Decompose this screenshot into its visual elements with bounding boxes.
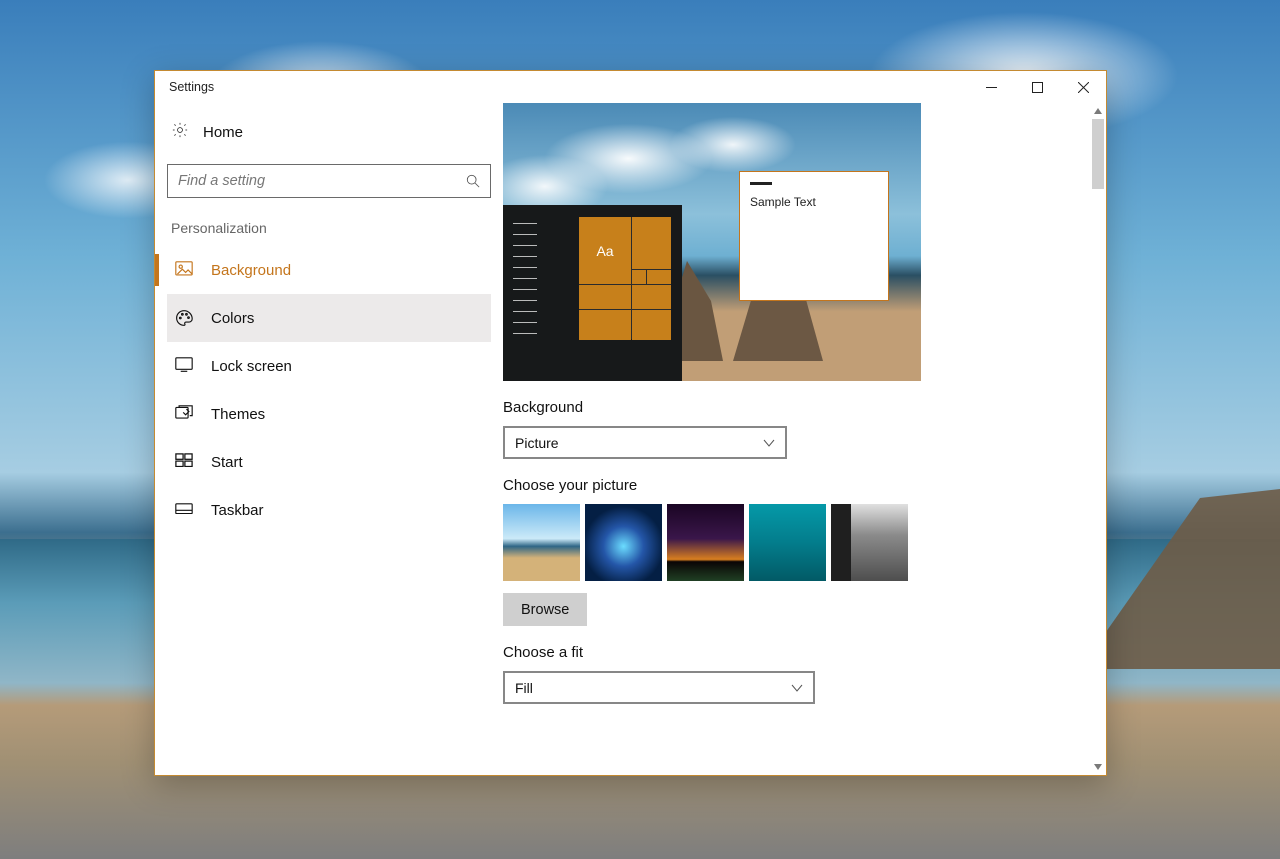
preview-tile-aa: Aa [579,217,631,284]
picture-option-3[interactable] [667,504,744,581]
sidebar-item-label: Background [211,262,291,279]
picture-option-4[interactable] [749,504,826,581]
sidebar-item-themes[interactable]: Themes [167,390,491,438]
search-icon [466,174,480,188]
sidebar-item-taskbar[interactable]: Taskbar [167,486,491,534]
main-content: Aa Sample Text [503,103,1106,775]
preview-tile [632,285,671,309]
preview-tiles: Aa [579,217,671,339]
maximize-button[interactable] [1014,71,1060,103]
choose-picture-label: Choose your picture [503,477,1082,494]
sidebar-item-colors[interactable]: Colors [167,294,491,342]
preview-tile [632,217,671,269]
sidebar: Home Personalization Background Colors [155,103,503,775]
sidebar-item-label: Colors [211,310,254,327]
scrollbar-thumb[interactable] [1092,119,1104,189]
themes-icon [175,405,193,423]
preview-tile [579,310,631,340]
fit-label: Choose a fit [503,644,1082,661]
scrollbar-up-arrow[interactable] [1090,103,1106,119]
picture-option-1[interactable] [503,504,580,581]
home-label: Home [203,124,243,141]
preview-sample-window: Sample Text [739,171,889,301]
gear-icon [171,121,189,144]
lock-screen-icon [175,357,193,375]
sidebar-item-background[interactable]: Background [167,246,491,294]
preview-sample-text: Sample Text [750,195,878,209]
preview-start-menu: Aa [503,205,682,381]
sidebar-item-label: Taskbar [211,502,264,519]
preview-tile [647,270,671,284]
background-dropdown[interactable]: Picture [503,426,787,459]
picture-thumbnails [503,504,1082,581]
chevron-down-icon [791,682,803,694]
background-dropdown-value: Picture [515,435,559,451]
sidebar-item-label: Start [211,454,243,471]
sidebar-item-label: Themes [211,406,265,423]
preview-sample-bar [750,182,772,185]
scrollbar-track[interactable] [1090,103,1106,775]
start-icon [175,453,193,471]
window-title: Settings [169,80,214,94]
settings-window: Settings Home Pers [154,70,1107,776]
close-button[interactable] [1060,71,1106,103]
sidebar-item-start[interactable]: Start [167,438,491,486]
sidebar-item-lock-screen[interactable]: Lock screen [167,342,491,390]
scrollbar[interactable] [1090,103,1106,775]
fit-dropdown[interactable]: Fill [503,671,815,704]
taskbar-icon [175,501,193,519]
background-label: Background [503,399,1082,416]
preview-tile [579,285,631,309]
preview-start-list [513,223,537,344]
palette-icon [175,309,193,327]
home-button[interactable]: Home [167,113,491,152]
picture-option-2[interactable] [585,504,662,581]
search-box[interactable] [167,164,491,198]
sidebar-item-label: Lock screen [211,358,292,375]
minimize-button[interactable] [968,71,1014,103]
section-header: Personalization [167,220,491,246]
chevron-down-icon [763,437,775,449]
browse-button[interactable]: Browse [503,593,587,626]
fit-dropdown-value: Fill [515,680,533,696]
search-input[interactable] [178,173,466,189]
window-controls [968,71,1106,103]
picture-icon [175,261,193,279]
scrollbar-down-arrow[interactable] [1090,759,1106,775]
preview-tile [632,310,671,340]
preview-tile [632,270,646,284]
titlebar[interactable]: Settings [155,71,1106,103]
picture-option-5[interactable] [831,504,908,581]
preview-panel: Aa Sample Text [503,103,921,381]
